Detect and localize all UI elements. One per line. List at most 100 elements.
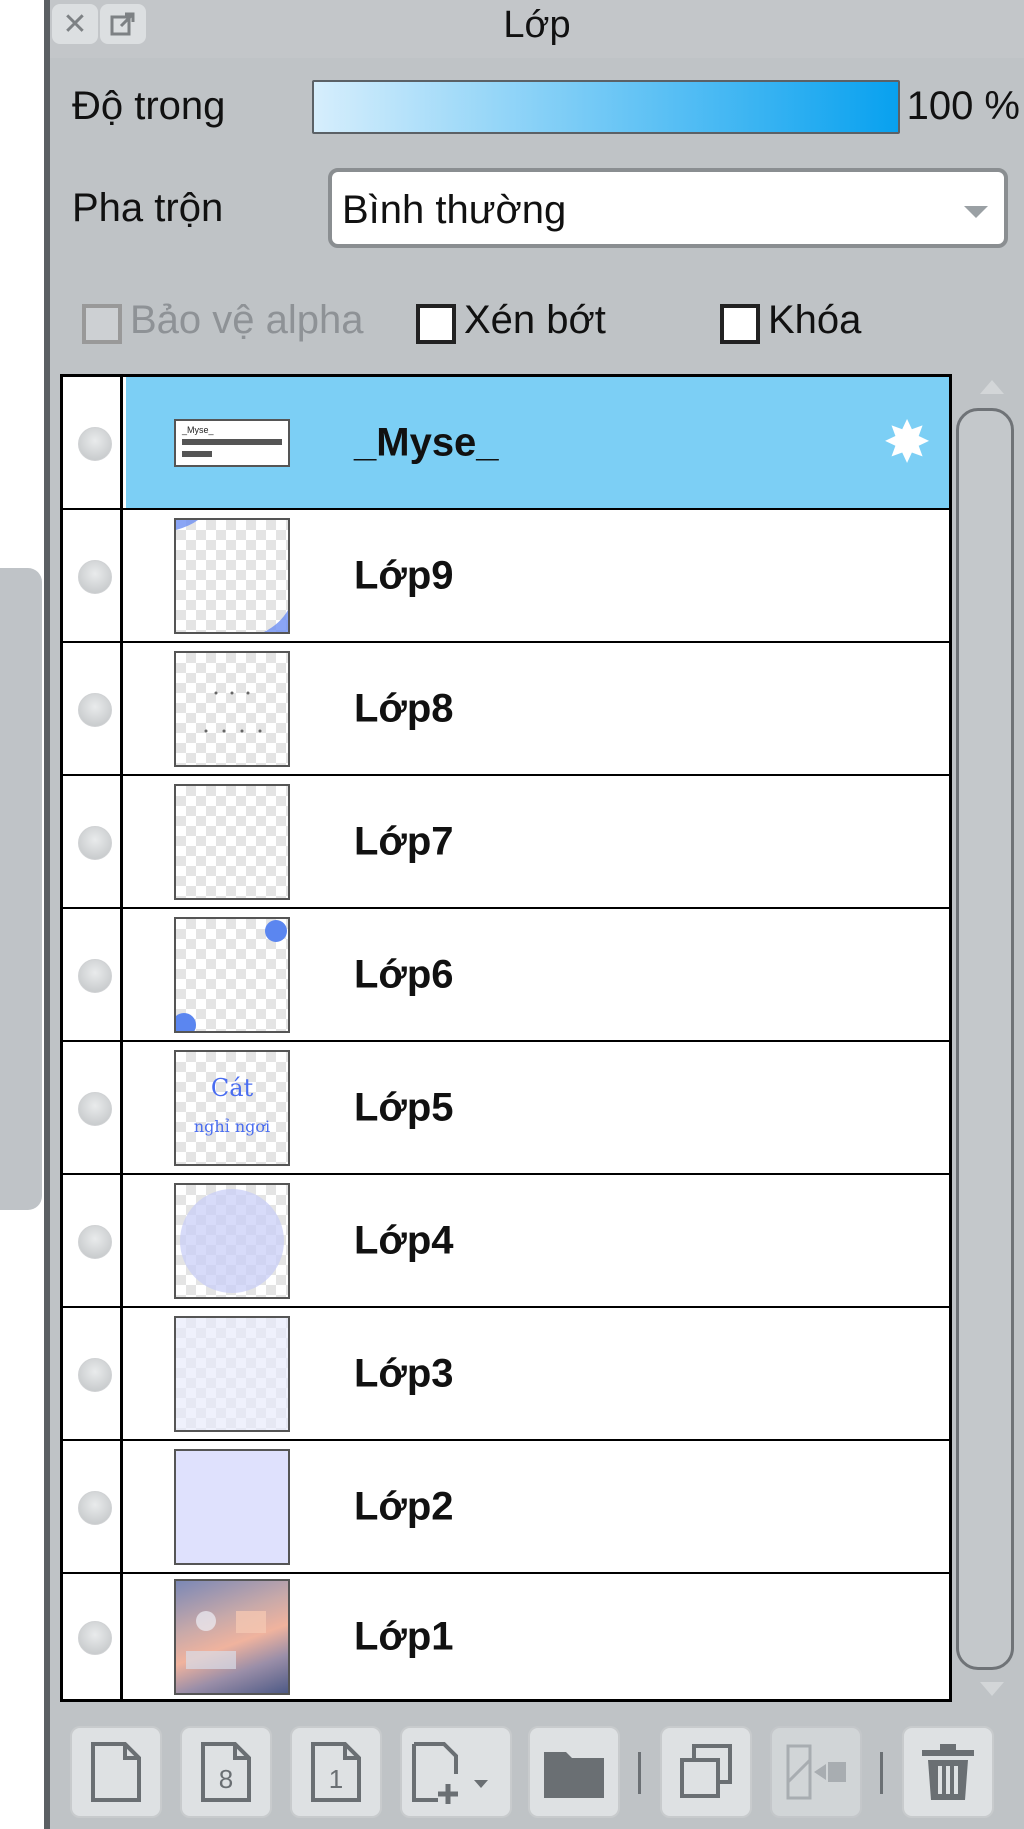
layer-name: Lớp6 — [354, 952, 454, 996]
layer-thumbnail — [174, 1448, 290, 1565]
layer-list-scrollbar[interactable] — [952, 374, 1024, 1702]
layer-thumbnail — [174, 916, 290, 1033]
layer5-thumb-line1: Cát — [211, 1074, 254, 1102]
trash-icon — [922, 1744, 974, 1800]
page-plus-dropdown-icon — [412, 1742, 488, 1804]
visibility-toggle[interactable] — [63, 1175, 123, 1306]
layer-content: Lớp8 — [126, 643, 949, 774]
eye-dot-icon — [78, 825, 112, 860]
myse-thumb-text: _Myse_ — [181, 425, 215, 435]
layer-name: Lớp3 — [354, 1351, 454, 1395]
eye-dot-icon — [78, 1490, 112, 1525]
layer-row[interactable]: Lớp1 — [63, 1574, 949, 1699]
new-layer-button[interactable] — [70, 1726, 162, 1818]
layer-row[interactable]: Lớp7 — [63, 776, 949, 909]
page-8-icon: 8 — [201, 1742, 251, 1802]
visibility-toggle[interactable] — [63, 377, 123, 508]
blend-label: Pha trộn — [72, 186, 224, 230]
layer-name: Lớp7 — [354, 819, 454, 863]
layer-content: Lớp6 — [126, 909, 949, 1040]
clipping-label: Xén bớt — [464, 298, 606, 342]
left-dock-strip — [0, 0, 50, 1829]
layer-row[interactable]: Lớp2 — [63, 1441, 949, 1574]
chevron-down-icon — [964, 206, 988, 218]
merge-down-button[interactable] — [770, 1726, 862, 1818]
layer-row[interactable]: Lớp4 — [63, 1175, 949, 1308]
protect-alpha-checkbox[interactable] — [82, 304, 122, 344]
layer-content: Lớp2 — [126, 1441, 949, 1572]
eye-dot-icon — [78, 559, 112, 594]
panel-title: Lớp — [503, 4, 571, 46]
layer-thumbnail — [174, 1315, 290, 1432]
layer-thumbnail: Cát nghỉ ngơi — [174, 1049, 290, 1166]
page-1-icon: 1 — [311, 1742, 361, 1802]
visibility-toggle[interactable] — [63, 643, 123, 774]
folder-icon — [544, 1752, 604, 1798]
layer-content: Cát nghỉ ngơi Lớp5 — [126, 1042, 949, 1173]
layer-toolbar: 8 1 — [50, 1702, 1024, 1829]
layer-list: _Myse_ _Myse_ ✸ Lớp9 Lớp8 Lớp7 Lớp6 Cát … — [60, 374, 952, 1702]
layer-row[interactable]: Lớp6 — [63, 909, 949, 1042]
eye-dot-icon — [78, 1357, 112, 1392]
layer-name: _Myse_ — [354, 420, 499, 464]
layer-content: _Myse_ _Myse_ ✸ — [126, 377, 949, 508]
scroll-up-icon[interactable] — [980, 380, 1004, 394]
eye-dot-icon — [78, 1620, 112, 1655]
eye-dot-icon — [78, 426, 112, 461]
visibility-toggle[interactable] — [63, 1042, 123, 1173]
eye-dot-icon — [78, 958, 112, 993]
layer-thumbnail — [174, 650, 290, 767]
opacity-label: Độ trong — [72, 84, 226, 128]
layer-row[interactable]: Lớp3 — [63, 1308, 949, 1441]
layer-thumbnail — [174, 517, 290, 634]
blend-mode-select[interactable]: Bình thường — [328, 168, 1008, 248]
layer-content: Lớp9 — [126, 510, 949, 641]
layer-row[interactable]: Lớp9 — [63, 510, 949, 643]
blend-mode-value: Bình thường — [342, 188, 567, 232]
svg-text:8: 8 — [219, 1764, 233, 1794]
protect-alpha-label: Bảo vệ alpha — [130, 298, 364, 342]
eye-dot-icon — [78, 692, 112, 727]
duplicate-icon — [680, 1744, 732, 1798]
gear-icon[interactable]: ✸ — [877, 412, 937, 473]
layer-name: Lớp9 — [354, 553, 454, 597]
layer-thumbnail — [174, 1578, 290, 1695]
layer-name: Lớp4 — [354, 1218, 454, 1262]
layer-content: Lớp3 — [126, 1308, 949, 1439]
layer5-thumb-line2: nghỉ ngơi — [194, 1117, 270, 1136]
lock-checkbox[interactable] — [720, 304, 760, 344]
merge-icon — [786, 1744, 846, 1800]
eye-dot-icon — [78, 1224, 112, 1259]
duplicate-layer-button[interactable] — [660, 1726, 752, 1818]
layer-row[interactable]: Lớp8 — [63, 643, 949, 776]
eye-dot-icon — [78, 1091, 112, 1126]
clipping-checkbox[interactable] — [416, 304, 456, 344]
scroll-thumb[interactable] — [956, 408, 1014, 1670]
opacity-slider[interactable] — [312, 80, 900, 134]
new-1bit-layer-button[interactable]: 1 — [290, 1726, 382, 1818]
layer-name: Lớp5 — [354, 1085, 454, 1129]
new-8bit-layer-button[interactable]: 8 — [180, 1726, 272, 1818]
visibility-toggle[interactable] — [63, 776, 123, 907]
dock-tab[interactable] — [0, 568, 42, 1210]
toolbar-separator — [638, 1752, 641, 1794]
visibility-toggle[interactable] — [63, 1441, 123, 1572]
visibility-toggle[interactable] — [63, 510, 123, 641]
layer-row[interactable]: Cát nghỉ ngơi Lớp5 — [63, 1042, 949, 1175]
delete-layer-button[interactable] — [902, 1726, 994, 1818]
layer-row[interactable]: _Myse_ _Myse_ ✸ — [63, 377, 949, 510]
visibility-toggle[interactable] — [63, 1574, 123, 1699]
visibility-toggle[interactable] — [63, 1308, 123, 1439]
panel-titlebar: ✕ Lớp — [50, 0, 1024, 58]
layer-content: Lớp4 — [126, 1175, 949, 1306]
opacity-slider-fill — [314, 82, 898, 132]
layer-name: Lớp2 — [354, 1484, 454, 1528]
layer-name: Lớp1 — [354, 1614, 454, 1658]
lock-label: Khóa — [768, 298, 862, 342]
visibility-toggle[interactable] — [63, 909, 123, 1040]
scroll-down-icon[interactable] — [980, 1682, 1004, 1696]
new-folder-button[interactable] — [528, 1726, 620, 1818]
add-layer-menu-button[interactable] — [400, 1726, 512, 1818]
opacity-value: 100 % — [906, 84, 1020, 128]
layer-thumbnail: _Myse_ — [174, 418, 290, 467]
